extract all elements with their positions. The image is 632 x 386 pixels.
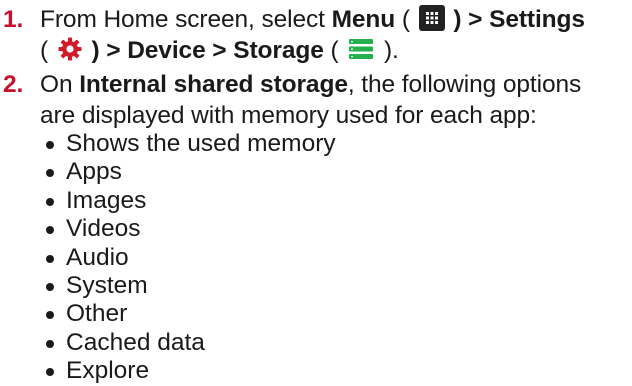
step-2-line-2: are displayed with memory used for each … [40,100,537,131]
internal-storage-label: Internal shared storage [79,71,348,98]
storage-options-list: Shows the used memory Apps Images Videos… [44,130,336,386]
separator-1: ) > [91,37,128,64]
list-item: Images [44,187,336,215]
bullet-icon [46,226,54,235]
list-item: Audio [44,244,336,272]
bullet-icon [46,254,54,263]
step-1-number: 1. [3,6,24,33]
list-item: Other [44,300,336,328]
paren-open-3: ( [330,37,339,64]
step-1-line-2: ( ) > Device > Storage (). [40,35,399,66]
list-item-label: Cached data [66,328,205,356]
list-item-label: Apps [66,158,122,186]
instruction-page: 1. From Home screen, select Menu ( ) > S… [0,0,632,386]
bullet-icon [46,197,54,206]
bullet-icon [46,339,54,348]
step-2-pre-text: On [40,71,80,98]
bullet-icon [46,141,54,149]
storage-label: Storage [233,37,324,64]
menu-label: Menu [331,6,396,33]
list-item: Explore [44,357,336,385]
list-item: Videos [44,215,336,243]
step-2-line-2-text: are displayed with memory used for each … [40,102,537,129]
bullet-icon [46,283,54,292]
bullet-icon [46,311,54,320]
list-item-label: Shows the used memory [66,130,336,157]
paren-open: ( [401,6,410,33]
paren-close-end: ). [383,37,399,64]
paren-close-separator: ) > [453,6,490,33]
bullet-icon [46,368,54,377]
step-2-post-text: , the following options [347,71,582,98]
step-2-line-1: On Internal shared storage, the followin… [40,69,581,100]
list-item-label: Images [66,186,147,214]
list-item-label: Other [66,300,128,328]
settings-label: Settings [489,6,585,33]
list-item-label: Explore [66,357,150,385]
device-label: Device [127,37,206,64]
step-1-line-1: From Home screen, select Menu ( ) > Sett… [40,4,585,35]
separator-2: > [205,37,234,64]
list-item: Shows the used memory [44,130,336,158]
step-2-number: 2. [3,71,24,98]
storage-icon [349,39,374,59]
list-item: System [44,272,336,300]
menu-grid-icon [418,5,445,31]
list-item-label: Audio [66,243,129,271]
step-1-intro-text: From Home screen, select [40,6,332,33]
paren-open-2: ( [40,37,49,64]
list-item: Cached data [44,329,336,357]
list-item: Apps [44,158,336,186]
list-item-label: System [66,272,148,300]
list-item-label: Videos [66,215,141,243]
bullet-icon [46,169,54,178]
settings-gear-icon [58,37,82,61]
